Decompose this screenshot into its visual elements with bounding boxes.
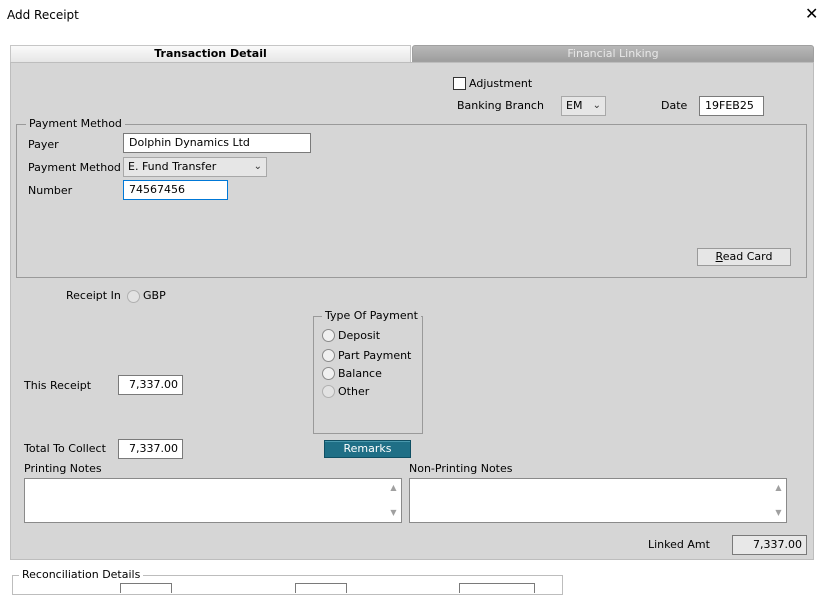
scroll-up-icon[interactable]: ▲ (386, 481, 401, 495)
banking-branch-label: Banking Branch (457, 99, 544, 112)
adjustment-label: Adjustment (469, 77, 533, 90)
payment-method-value: E. Fund Transfer (128, 160, 217, 173)
number-label: Number (28, 184, 73, 197)
printing-notes-label: Printing Notes (24, 462, 102, 475)
reconciliation-field-1[interactable] (120, 583, 172, 593)
other-label: Other (338, 385, 370, 398)
reconciliation-field-2[interactable] (295, 583, 347, 593)
deposit-label: Deposit (338, 329, 381, 342)
read-card-button[interactable]: Read Card (697, 248, 791, 266)
tab-financial-linking[interactable]: Financial Linking (412, 45, 814, 62)
payment-method-legend: Payment Method (26, 118, 125, 130)
date-field[interactable]: 19FEB25 (699, 96, 764, 116)
total-to-collect-field: 7,337.00 (118, 439, 183, 459)
this-receipt-label: This Receipt (24, 379, 92, 392)
printing-notes-field[interactable]: ▲ ▼ (24, 478, 402, 523)
receipt-in-gbp-radio[interactable] (127, 290, 140, 303)
payer-label: Payer (28, 138, 59, 151)
chevron-down-icon: ⌄ (253, 161, 262, 172)
receipt-in-label: Receipt In (66, 289, 121, 302)
scroll-down-icon[interactable]: ▼ (386, 506, 401, 520)
read-card-label: ead Card (722, 250, 773, 263)
deposit-radio[interactable] (322, 329, 335, 342)
scroll-down-icon[interactable]: ▼ (771, 506, 786, 520)
payment-method-select[interactable]: E. Fund Transfer ⌄ (123, 157, 267, 177)
scroll-up-icon[interactable]: ▲ (771, 481, 786, 495)
total-to-collect-label: Total To Collect (24, 442, 106, 455)
payment-method-label: Payment Method (28, 161, 121, 174)
non-printing-notes-scrollbar[interactable]: ▲ ▼ (771, 479, 786, 522)
type-of-payment-legend: Type Of Payment (322, 310, 421, 322)
window-title: Add Receipt (7, 8, 79, 22)
close-icon[interactable]: ✕ (805, 4, 818, 24)
payer-field[interactable]: Dolphin Dynamics Ltd (123, 133, 311, 153)
reconciliation-legend: Reconciliation Details (19, 569, 144, 581)
linked-amt-label: Linked Amt (648, 538, 710, 551)
part-payment-radio[interactable] (322, 349, 335, 362)
non-printing-notes-label: Non-Printing Notes (409, 462, 513, 475)
reconciliation-field-3[interactable] (459, 583, 535, 593)
chevron-down-icon: ⌄ (592, 100, 601, 111)
other-radio[interactable] (322, 385, 335, 398)
part-payment-label: Part Payment (338, 349, 412, 362)
date-label: Date (661, 99, 688, 112)
non-printing-notes-field[interactable]: ▲ ▼ (409, 478, 787, 523)
tab-transaction-detail[interactable]: Transaction Detail (10, 45, 411, 62)
receipt-in-currency: GBP (143, 289, 166, 302)
linked-amt-field: 7,337.00 (732, 535, 807, 555)
read-card-mnemonic: R (715, 250, 723, 263)
remarks-button[interactable]: Remarks (324, 440, 411, 458)
balance-radio[interactable] (322, 367, 335, 380)
adjustment-checkbox[interactable] (453, 77, 466, 90)
this-receipt-field[interactable]: 7,337.00 (118, 375, 183, 395)
banking-branch-value: EM (566, 99, 583, 112)
number-field[interactable]: 74567456 (123, 180, 228, 200)
printing-notes-scrollbar[interactable]: ▲ ▼ (386, 479, 401, 522)
balance-label: Balance (338, 367, 382, 380)
banking-branch-select[interactable]: EM ⌄ (561, 96, 606, 116)
